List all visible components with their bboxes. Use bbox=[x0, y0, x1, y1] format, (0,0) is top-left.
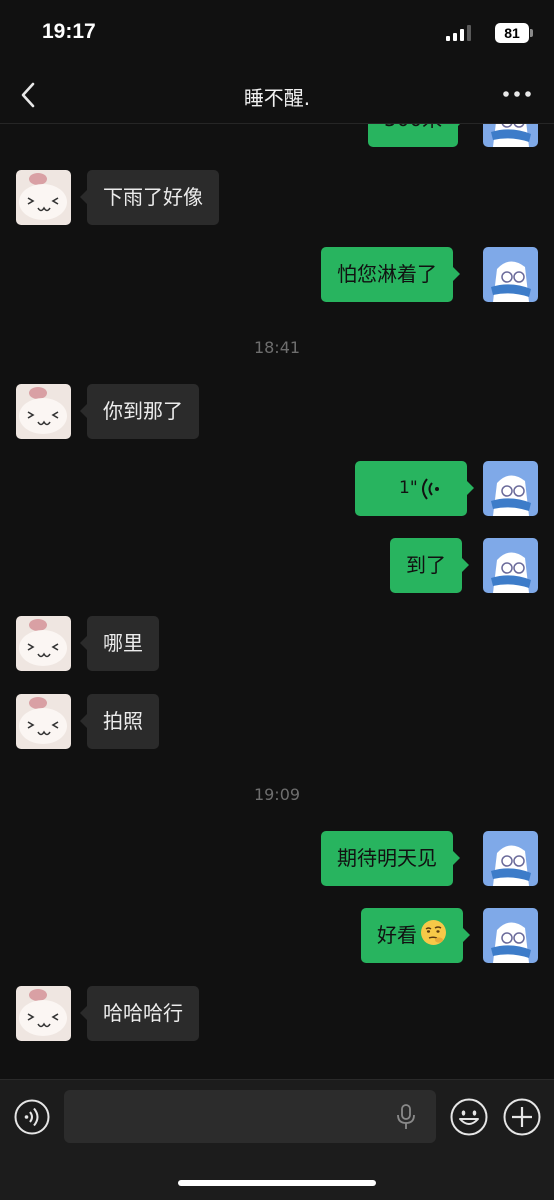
contact-avatar[interactable] bbox=[16, 986, 71, 1041]
message-bubble-outgoing[interactable]: 好看 bbox=[361, 908, 470, 963]
avatar-image bbox=[483, 124, 538, 147]
chat-header: 睡不醒. bbox=[0, 66, 554, 124]
my-avatar[interactable] bbox=[483, 538, 538, 593]
thinking-face-emoji-icon bbox=[421, 920, 446, 945]
message-timestamp: 19:09 bbox=[253, 785, 301, 804]
message-list[interactable]: 500米 下雨了好像 怕您淋着了 18:41 bbox=[0, 124, 554, 1079]
contact-avatar[interactable] bbox=[16, 170, 71, 225]
voice-input-icon[interactable] bbox=[14, 1099, 50, 1135]
chat-title: 睡不醒. bbox=[243, 86, 311, 110]
message-bubble-incoming[interactable]: 哈哈哈行 bbox=[80, 986, 199, 1041]
emoji-icon[interactable] bbox=[450, 1098, 488, 1136]
message-bubble-incoming[interactable]: 你到那了 bbox=[80, 384, 199, 439]
message-bubble-incoming[interactable]: 下雨了好像 bbox=[80, 170, 219, 225]
contact-avatar[interactable] bbox=[16, 616, 71, 671]
contact-avatar[interactable] bbox=[16, 384, 71, 439]
avatar-image bbox=[16, 616, 71, 671]
contact-avatar[interactable] bbox=[16, 694, 71, 749]
message-bubble-outgoing[interactable]: 到了 bbox=[390, 538, 469, 593]
status-time: 19:17 bbox=[42, 20, 96, 43]
my-avatar[interactable] bbox=[483, 908, 538, 963]
message-bubble-incoming[interactable]: 哪里 bbox=[80, 616, 159, 671]
avatar-image bbox=[483, 538, 538, 593]
battery-indicator: 81 bbox=[495, 23, 529, 43]
message-bubble-outgoing[interactable]: 怕您淋着了 bbox=[321, 247, 460, 302]
message-timestamp: 18:41 bbox=[253, 338, 301, 357]
my-avatar[interactable] bbox=[483, 247, 538, 302]
my-avatar[interactable] bbox=[483, 831, 538, 886]
cellular-signal-icon bbox=[446, 25, 471, 41]
message-bubble-outgoing[interactable]: 500米 bbox=[368, 124, 466, 147]
input-bar bbox=[0, 1079, 554, 1200]
my-avatar[interactable] bbox=[483, 461, 538, 516]
plus-icon[interactable] bbox=[503, 1098, 541, 1136]
message-text: 好看 bbox=[377, 923, 417, 947]
status-bar: 19:17 81 bbox=[0, 0, 554, 66]
avatar-image bbox=[16, 384, 71, 439]
voice-message-bubble[interactable]: 1" bbox=[355, 461, 474, 516]
message-bubble-outgoing[interactable]: 期待明天见 bbox=[321, 831, 460, 886]
my-avatar[interactable] bbox=[483, 124, 538, 147]
message-input[interactable] bbox=[64, 1090, 436, 1143]
home-indicator[interactable] bbox=[178, 1180, 376, 1186]
avatar-image bbox=[483, 908, 538, 963]
avatar-image bbox=[483, 247, 538, 302]
microphone-icon[interactable] bbox=[395, 1104, 417, 1130]
avatar-image bbox=[483, 461, 538, 516]
voice-wave-icon bbox=[422, 478, 439, 500]
avatar-image bbox=[16, 170, 71, 225]
avatar-image bbox=[16, 694, 71, 749]
message-bubble-incoming[interactable]: 拍照 bbox=[80, 694, 159, 749]
battery-tip bbox=[530, 29, 533, 37]
ellipsis-icon[interactable] bbox=[500, 84, 534, 104]
avatar-image bbox=[483, 831, 538, 886]
voice-duration: 1" bbox=[399, 478, 418, 498]
avatar-image bbox=[16, 986, 71, 1041]
